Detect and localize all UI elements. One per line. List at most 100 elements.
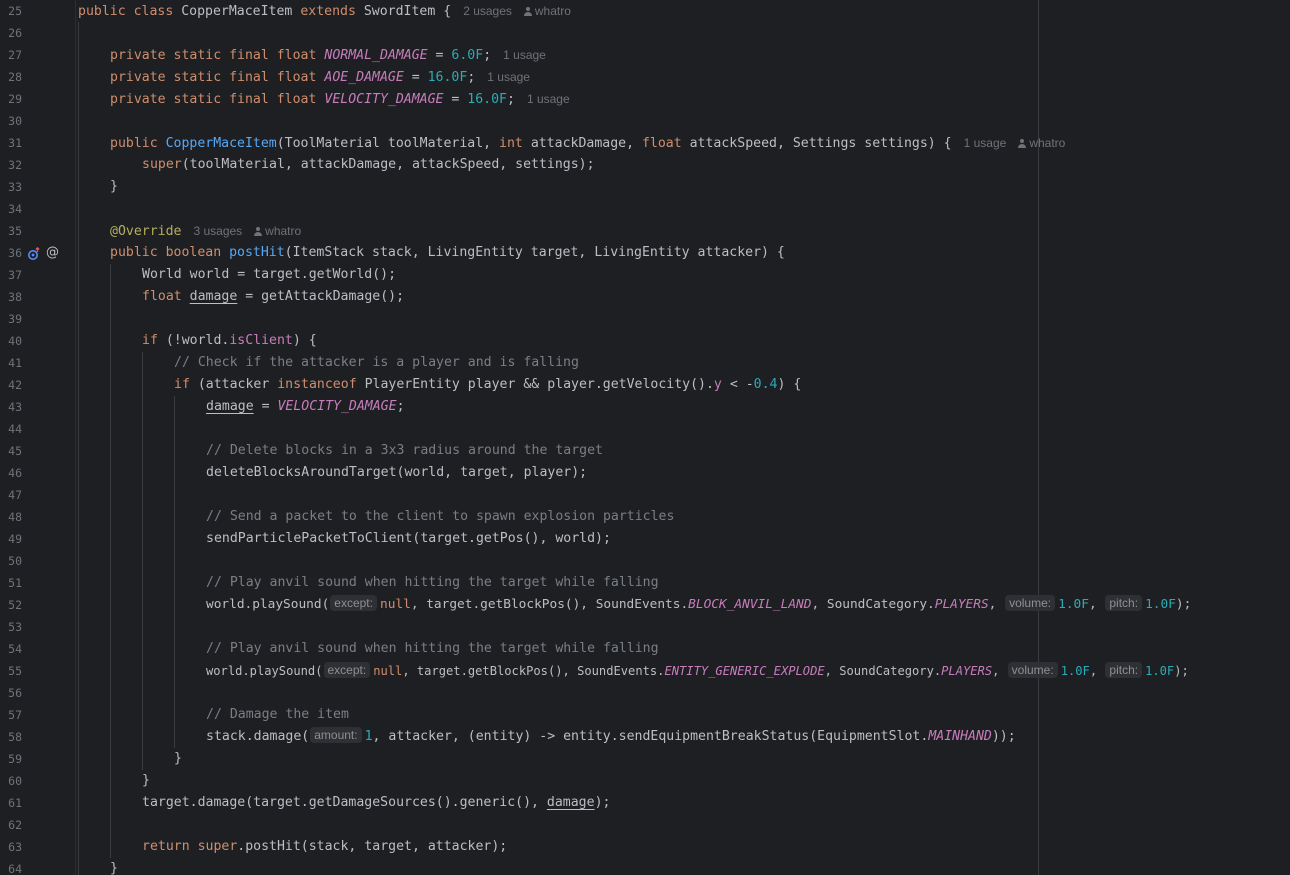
line-number: 48 xyxy=(8,510,22,524)
code-lines: 25 public class CopperMaceItem extends S… xyxy=(0,0,1290,875)
usages-hint[interactable]: 1 usage xyxy=(527,92,570,106)
author-hint[interactable]: whatro xyxy=(254,224,301,238)
code-text: target.damage(target.getDamageSources().… xyxy=(142,795,611,810)
code-text: // Check if the attacker is a player and… xyxy=(174,355,579,370)
code-text: if (attacker instanceof PlayerEntity pla… xyxy=(174,377,802,392)
code-line[interactable]: 64 } xyxy=(0,858,1290,875)
line-number: 57 xyxy=(8,708,22,722)
code-line[interactable]: 60 } xyxy=(0,770,1290,792)
author-hint[interactable]: whatro xyxy=(1018,136,1065,150)
code-line[interactable]: 30 xyxy=(0,110,1290,132)
line-number: 58 xyxy=(8,730,22,744)
line-number: 50 xyxy=(8,554,22,568)
code-line[interactable]: 48 // Send a packet to the client to spa… xyxy=(0,506,1290,528)
line-number: 55 xyxy=(8,664,22,678)
code-line[interactable]: 27 private static final float NORMAL_DAM… xyxy=(0,44,1290,66)
code-line[interactable]: 62 xyxy=(0,814,1290,836)
code-line[interactable]: 57 // Damage the item xyxy=(0,704,1290,726)
line-number: 33 xyxy=(8,180,22,194)
line-number: 29 xyxy=(8,92,22,106)
code-line[interactable]: 44 xyxy=(0,418,1290,440)
code-editor[interactable]: 25 public class CopperMaceItem extends S… xyxy=(0,0,1290,875)
code-line[interactable]: 42 if (attacker instanceof PlayerEntity … xyxy=(0,374,1290,396)
code-line[interactable]: 50 xyxy=(0,550,1290,572)
code-line[interactable]: 46 deleteBlocksAroundTarget(world, targe… xyxy=(0,462,1290,484)
code-line[interactable]: 56 xyxy=(0,682,1290,704)
code-line[interactable]: 63 return super.postHit(stack, target, a… xyxy=(0,836,1290,858)
line-number: 28 xyxy=(8,70,22,84)
code-line[interactable]: 29 private static final float VELOCITY_D… xyxy=(0,88,1290,110)
code-text: // Send a packet to the client to spawn … xyxy=(206,509,675,524)
code-line[interactable]: 25 public class CopperMaceItem extends S… xyxy=(0,0,1290,22)
line-number: 62 xyxy=(8,818,22,832)
code-text: public class CopperMaceItem extends Swor… xyxy=(78,4,571,19)
line-number: 43 xyxy=(8,400,22,414)
line-number: 26 xyxy=(8,26,22,40)
code-line[interactable]: 45 // Delete blocks in a 3x3 radius arou… xyxy=(0,440,1290,462)
usages-hint[interactable]: 2 usages xyxy=(463,4,512,18)
parameter-hint-volume: volume: xyxy=(1005,595,1056,611)
code-text: } xyxy=(174,751,182,766)
code-line[interactable]: 36 @ public boolean postHit(ItemStack st… xyxy=(0,242,1290,264)
code-text: world.playSound(except: null, target.getB… xyxy=(206,662,1189,678)
code-line[interactable]: 53 xyxy=(0,616,1290,638)
line-number: 32 xyxy=(8,158,22,172)
line-number: 39 xyxy=(8,312,22,326)
code-line[interactable]: 33 } xyxy=(0,176,1290,198)
code-line[interactable]: 26 xyxy=(0,22,1290,44)
code-line[interactable]: 31 public CopperMaceItem(ToolMaterial to… xyxy=(0,132,1290,154)
line-number: 31 xyxy=(8,136,22,150)
usages-hint[interactable]: 3 usages xyxy=(193,224,242,238)
code-line[interactable]: 39 xyxy=(0,308,1290,330)
code-text: } xyxy=(142,773,150,788)
line-number: 38 xyxy=(8,290,22,304)
person-icon xyxy=(1018,139,1027,148)
code-line[interactable]: 58 stack.damage(amount: 1, attacker, (ent… xyxy=(0,726,1290,748)
code-text: return super.postHit(stack, target, atta… xyxy=(142,839,508,854)
line-number: 34 xyxy=(8,202,22,216)
code-text: stack.damage(amount: 1, attacker, (entity… xyxy=(206,727,1016,744)
code-line[interactable]: 37 World world = target.getWorld(); xyxy=(0,264,1290,286)
parameter-hint-pitch: pitch: xyxy=(1105,595,1143,611)
code-line[interactable]: 32 super(toolMaterial, attackDamage, att… xyxy=(0,154,1290,176)
override-up-arrow-icon[interactable] xyxy=(28,246,40,260)
code-line[interactable]: 47 xyxy=(0,484,1290,506)
at-sign-icon[interactable]: @ xyxy=(46,244,59,262)
code-line[interactable]: 28 private static final float AOE_DAMAGE… xyxy=(0,66,1290,88)
line-number: 60 xyxy=(8,774,22,788)
code-text: // Damage the item xyxy=(206,707,349,722)
code-line[interactable]: 41 // Check if the attacker is a player … xyxy=(0,352,1290,374)
code-text: deleteBlocksAroundTarget(world, target, … xyxy=(206,465,588,480)
line-number: 37 xyxy=(8,268,22,282)
code-line[interactable]: 43 damage = VELOCITY_DAMAGE; xyxy=(0,396,1290,418)
code-line[interactable]: 49 sendParticlePacketToClient(target.get… xyxy=(0,528,1290,550)
usages-hint[interactable]: 1 usage xyxy=(487,70,530,84)
usages-hint[interactable]: 1 usage xyxy=(964,136,1007,150)
line-number: 64 xyxy=(8,862,22,875)
usages-hint[interactable]: 1 usage xyxy=(503,48,546,62)
parameter-hint-except: except: xyxy=(330,595,377,611)
code-text: float damage = getAttackDamage(); xyxy=(142,289,405,304)
code-line[interactable]: 59 } xyxy=(0,748,1290,770)
code-line[interactable]: 51 // Play anvil sound when hitting the … xyxy=(0,572,1290,594)
code-text: @Override 3 usages whatro xyxy=(110,224,302,239)
author-hint[interactable]: whatro xyxy=(523,4,571,18)
code-line[interactable]: 54 // Play anvil sound when hitting the … xyxy=(0,638,1290,660)
code-text: private static final float AOE_DAMAGE = … xyxy=(110,70,530,85)
line-number: 40 xyxy=(8,334,22,348)
code-line[interactable]: 38 float damage = getAttackDamage(); xyxy=(0,286,1290,308)
code-text: } xyxy=(110,861,118,875)
line-number: 59 xyxy=(8,752,22,766)
code-text: public CopperMaceItem(ToolMaterial toolM… xyxy=(110,136,1066,151)
code-line[interactable]: 40 if (!world.isClient) { xyxy=(0,330,1290,352)
code-text: } xyxy=(110,179,118,194)
code-text: // Play anvil sound when hitting the tar… xyxy=(206,641,659,656)
code-line[interactable]: 35 @Override 3 usages whatro xyxy=(0,220,1290,242)
parameter-hint-amount: amount: xyxy=(310,727,362,743)
code-line[interactable]: 34 xyxy=(0,198,1290,220)
code-text: World world = target.getWorld(); xyxy=(142,267,397,282)
code-text: super(toolMaterial, attackDamage, attack… xyxy=(142,157,595,172)
code-line[interactable]: 55 world.playSound(except: null, target.g… xyxy=(0,660,1290,682)
code-line[interactable]: 61 target.damage(target.getDamageSources… xyxy=(0,792,1290,814)
code-line[interactable]: 52 world.playSound(except: null, target.g… xyxy=(0,594,1290,616)
